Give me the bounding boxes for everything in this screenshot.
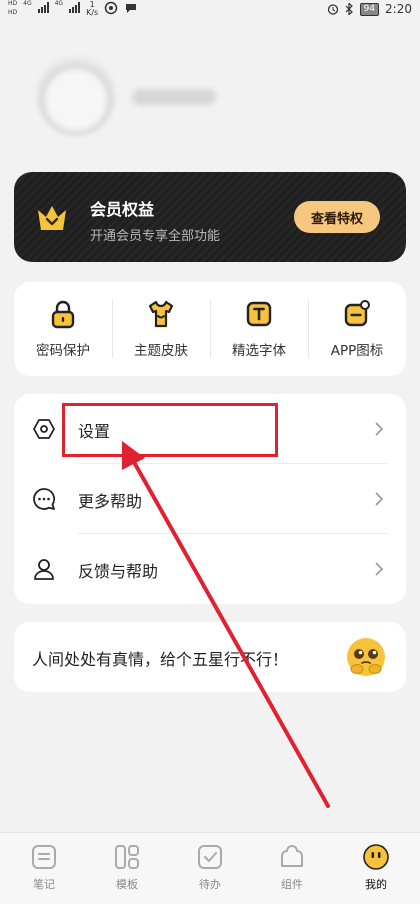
vip-title: 会员权益 — [90, 200, 155, 219]
tab-me[interactable]: 我的 — [341, 843, 411, 892]
todo-icon — [198, 845, 222, 869]
battery-indicator: 94 — [359, 2, 380, 16]
feature-label: 主题皮肤 — [134, 343, 188, 359]
tab-label: 待办 — [199, 878, 221, 891]
font-icon — [246, 301, 272, 327]
profile-header[interactable] — [36, 56, 236, 136]
menu-label: 反馈与帮助 — [78, 562, 159, 581]
hexagon-settings-icon — [33, 419, 55, 439]
chat-bubble-icon — [33, 488, 55, 510]
feature-app-icon[interactable]: APP图标 — [308, 282, 406, 376]
rate-app-card[interactable]: 人间处处有真情，给个五星行不行！ — [14, 622, 406, 692]
menu-item-more-help[interactable]: 更多帮助 — [14, 464, 406, 534]
app-notification-icon — [104, 1, 118, 15]
note-icon — [32, 845, 56, 869]
avatar[interactable] — [36, 56, 116, 136]
widget-icon — [281, 845, 303, 867]
feature-theme-skin[interactable]: 主题皮肤 — [112, 282, 210, 376]
network-4g-label-b: 4G — [54, 0, 64, 7]
tab-label: 我的 — [365, 878, 387, 891]
signal-icon — [37, 1, 49, 13]
chevron-right-icon — [375, 492, 384, 506]
feature-label: APP图标 — [330, 343, 384, 359]
tab-todo[interactable]: 待办 — [175, 843, 245, 892]
vip-banner[interactable]: 会员权益 开通会员专享全部功能 查看特权 — [14, 172, 406, 262]
tab-label: 组件 — [281, 878, 303, 891]
net-speed: 1 K/s — [86, 0, 99, 17]
app-icon — [344, 300, 370, 327]
clock: 2:20 — [385, 2, 412, 16]
vip-subtitle: 开通会员专享全部功能 — [90, 229, 221, 244]
feature-grid: 密码保护 主题皮肤 精选字体 APP图标 — [14, 282, 406, 376]
annotation-highlight-box — [62, 403, 278, 457]
tab-templates[interactable]: 模板 — [92, 843, 162, 892]
alarm-icon — [327, 4, 338, 15]
view-privileges-button[interactable]: 查看特权 — [294, 201, 380, 233]
template-icon — [115, 845, 139, 869]
rate-text: 人间处处有真情，给个五星行不行！ — [32, 650, 289, 669]
menu-label: 更多帮助 — [78, 492, 143, 511]
bottom-tab-bar: 笔记 模板 待办 组件 我的 — [0, 832, 420, 904]
tshirt-icon — [148, 300, 174, 328]
tab-label: 笔记 — [33, 878, 55, 891]
status-bar: HD HD 4G 4G 1 K/s 94 2:20 — [0, 0, 420, 22]
network-4g-label: 4G — [23, 0, 32, 7]
bluetooth-icon — [345, 3, 353, 15]
signal-icon-b — [69, 1, 81, 13]
lock-icon — [51, 300, 75, 329]
feature-fonts[interactable]: 精选字体 — [210, 282, 308, 376]
me-face-icon — [363, 844, 389, 870]
crown-icon — [38, 206, 66, 230]
tab-label: 模板 — [116, 878, 138, 891]
hd-label-a: HD — [8, 0, 18, 7]
hd-label-b: HD — [8, 9, 18, 16]
message-icon — [126, 4, 137, 13]
pleading-emoji-icon — [347, 638, 385, 676]
user-name-blurred — [132, 89, 216, 105]
chevron-right-icon — [375, 562, 384, 576]
chevron-right-icon — [375, 422, 384, 436]
person-icon — [34, 559, 54, 580]
feature-label: 密码保护 — [36, 343, 90, 359]
menu-item-feedback[interactable]: 反馈与帮助 — [14, 534, 406, 604]
tab-widgets[interactable]: 组件 — [257, 843, 327, 892]
feature-label: 精选字体 — [232, 343, 286, 359]
tab-notes[interactable]: 笔记 — [9, 843, 79, 892]
feature-password-protection[interactable]: 密码保护 — [14, 282, 112, 376]
